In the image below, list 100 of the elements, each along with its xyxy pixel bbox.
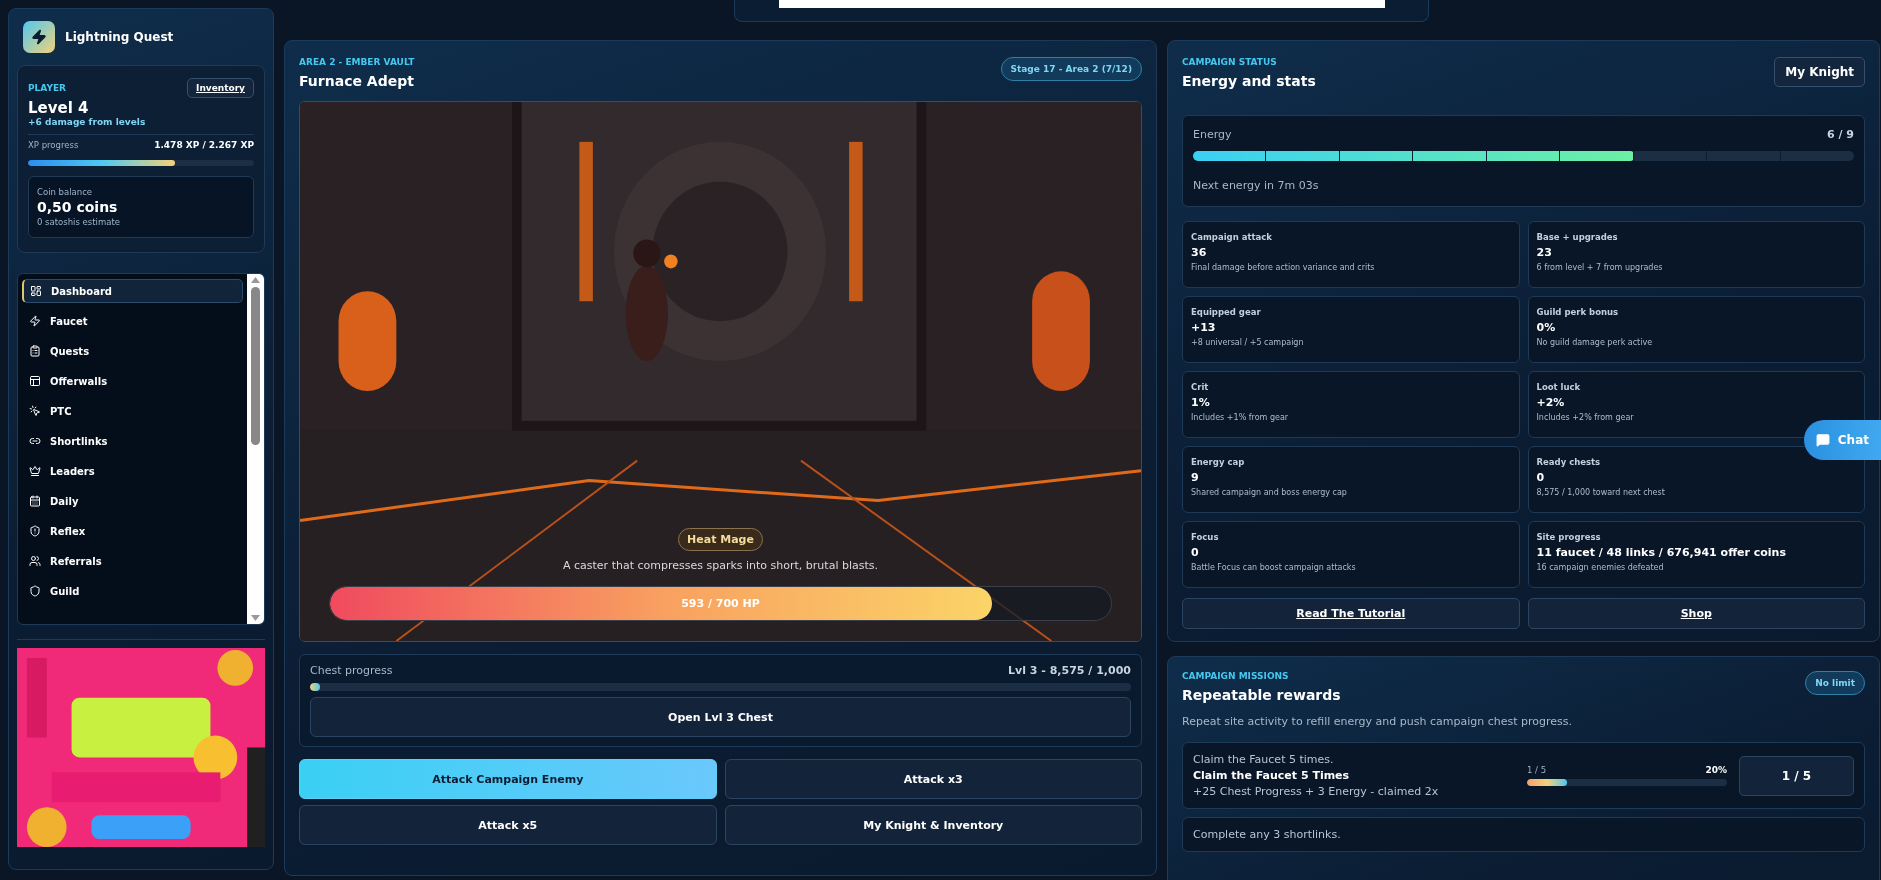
mission-button[interactable]: 1 / 5 xyxy=(1739,755,1854,796)
coin-balance: 0,50 coins xyxy=(37,199,119,215)
scroll-up-arrow-icon[interactable] xyxy=(251,277,260,283)
energy-value: 6 / 9 xyxy=(1827,128,1854,141)
nav-item[interactable]: Offerwalls xyxy=(22,369,243,393)
nav-item[interactable]: Quests xyxy=(22,339,243,363)
enemy-stage-title: Furnace Adept xyxy=(299,73,415,89)
my-knight-button[interactable]: My Knight xyxy=(1774,57,1865,87)
users-icon xyxy=(29,555,41,567)
stat-label: Base + upgrades xyxy=(1536,232,1618,242)
hp-text: 593 / 700 HP xyxy=(680,597,761,610)
clipboard-icon xyxy=(29,345,41,357)
shield-icon xyxy=(29,585,41,597)
panels-icon xyxy=(29,375,41,387)
status-eyebrow: CAMPAIGN STATUS xyxy=(1182,57,1278,67)
stat-note: Includes +2% from gear xyxy=(1536,413,1634,422)
scroll-down-arrow-icon[interactable] xyxy=(251,615,260,621)
stat-label: Campaign attack xyxy=(1191,232,1272,242)
stat-value: +2% xyxy=(1536,396,1565,409)
mission-task: Complete any 3 shortlinks. xyxy=(1193,828,1342,841)
xp-value: 1.478 XP / 2.267 XP xyxy=(154,140,254,150)
player-eyebrow: PLAYER xyxy=(28,83,67,93)
stat-note: Shared campaign and boss energy cap xyxy=(1191,488,1347,497)
shield-icon xyxy=(29,525,41,537)
attack-button[interactable]: Attack x3 xyxy=(724,759,1142,799)
stat-label: Site progress xyxy=(1536,532,1601,542)
stat-label: Loot luck xyxy=(1536,382,1581,392)
chest-label: Chest progress xyxy=(310,664,393,677)
coin-label: Coin balance xyxy=(37,187,94,197)
missions-eyebrow: CAMPAIGN MISSIONS xyxy=(1182,671,1290,681)
stat-note: Includes +1% from gear xyxy=(1191,413,1289,422)
stat-value: 9 xyxy=(1191,471,1199,484)
status-title: Energy and stats xyxy=(1182,73,1316,89)
nav-item[interactable]: Dashboard xyxy=(22,279,243,303)
enemy-description: A caster that compresses sparks into short, brutal blasts. xyxy=(563,559,878,572)
stat-note: +8 universal / +5 campaign xyxy=(1191,338,1304,347)
mission-task: Claim the Faucet 5 times. xyxy=(1193,753,1335,766)
area-eyebrow: AREA 2 - EMBER VAULT xyxy=(299,57,415,67)
crown-icon xyxy=(29,465,41,477)
lightning-logo-icon xyxy=(23,21,55,53)
stat-value: 0% xyxy=(1536,321,1556,334)
chest-value: Lvl 3 - 8,575 / 1,000 xyxy=(1008,664,1131,677)
xp-label: XP progress xyxy=(28,140,79,150)
stat-value: 23 xyxy=(1536,246,1552,259)
nav-item[interactable]: Reflex xyxy=(22,519,243,543)
stat-value: 0 xyxy=(1191,546,1199,559)
stat-value: 11 faucet / 48 links / 676,941 offer coins xyxy=(1536,546,1786,559)
stat-value: 0 xyxy=(1536,471,1545,484)
attack-button[interactable]: Attack x5 xyxy=(299,805,717,845)
nav-item[interactable]: Guild xyxy=(22,579,243,603)
link-button[interactable]: Shop xyxy=(1527,598,1865,629)
stage-pill: Stage 17 - Area 2 (7/12) xyxy=(1000,57,1142,81)
stat-label: Guild perk bonus xyxy=(1536,307,1619,317)
chat-bubble-icon xyxy=(1815,433,1830,447)
nav-item[interactable]: Leaders xyxy=(22,459,243,483)
stat-note: 6 from level + 7 from upgrades xyxy=(1536,263,1663,272)
player-level: Level 4 xyxy=(28,99,90,117)
stat-label: Energy cap xyxy=(1191,457,1245,467)
calendar-icon xyxy=(29,495,41,507)
scroll-thumb[interactable] xyxy=(251,287,260,445)
mission-count: 1 / 5 xyxy=(1527,765,1547,775)
mission-reward: +25 Chest Progress + 3 Energy - claimed 2x xyxy=(1193,785,1440,798)
energy-label: Energy xyxy=(1193,128,1232,141)
lightning-icon xyxy=(29,315,41,327)
stat-note: Final damage before action variance and crits xyxy=(1191,263,1375,272)
stat-note: 16 campaign enemies defeated xyxy=(1536,563,1664,572)
stat-value: 1% xyxy=(1191,396,1210,409)
nav-item[interactable]: Referrals xyxy=(22,549,243,573)
stat-label: Ready chests xyxy=(1536,457,1601,467)
missions-description: Repeat site activity to refill energy and push campaign chest progress. xyxy=(1182,715,1573,728)
mission-percent: 20% xyxy=(1705,765,1727,775)
stat-value: +13 xyxy=(1191,321,1216,334)
inventory-button[interactable]: Inventory xyxy=(187,78,254,98)
stat-note: No guild damage perk active xyxy=(1536,338,1653,347)
brand-title: Lightning Quest xyxy=(65,30,174,44)
coin-note: 0 satoshis estimate xyxy=(37,217,121,227)
nav-item[interactable]: PTC xyxy=(22,399,243,423)
mission-title: Claim the Faucet 5 Times xyxy=(1193,769,1351,782)
nav-item[interactable]: Shortlinks xyxy=(22,429,243,453)
nav-item[interactable]: Faucet xyxy=(22,309,243,333)
enemy-name-tag: Heat Mage xyxy=(678,528,763,551)
link-icon xyxy=(29,435,41,447)
stat-label: Crit xyxy=(1191,382,1209,392)
attack-button[interactable]: Attack Campaign Enemy xyxy=(299,759,717,799)
dashboard-icon xyxy=(30,285,42,297)
stat-label: Focus xyxy=(1191,532,1219,542)
stat-value: 36 xyxy=(1191,246,1207,259)
limit-pill: No limit xyxy=(1805,671,1865,695)
stat-note: Battle Focus can boost campaign attacks xyxy=(1191,563,1356,572)
level-bonus: +6 damage from levels xyxy=(28,117,147,127)
scrollbar[interactable] xyxy=(247,274,264,624)
stat-note: 8,575 / 1,000 toward next chest xyxy=(1536,488,1665,497)
cursor-click-icon xyxy=(29,405,41,417)
nav-item[interactable]: Daily xyxy=(22,489,243,513)
missions-title: Repeatable rewards xyxy=(1182,687,1341,703)
next-energy-text: Next energy in 7m 03s xyxy=(1193,179,1320,192)
open-chest-button[interactable]: Open Lvl 3 Chest xyxy=(310,697,1131,737)
attack-button[interactable]: My Knight & Inventory xyxy=(724,805,1142,845)
link-button[interactable]: Read The Tutorial xyxy=(1182,598,1520,629)
stat-label: Equipped gear xyxy=(1191,307,1261,317)
